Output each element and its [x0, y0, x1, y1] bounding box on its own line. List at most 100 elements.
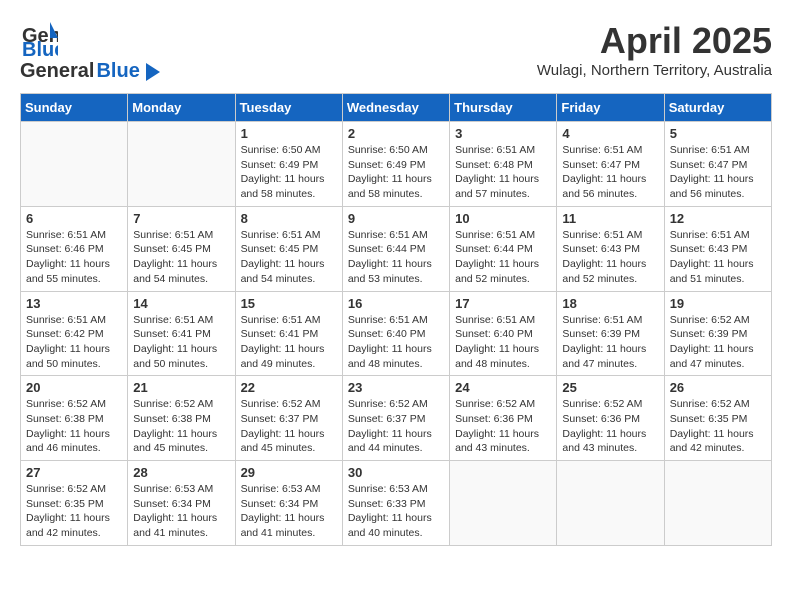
day-detail: Sunrise: 6:51 AMSunset: 6:47 PMDaylight:… — [670, 143, 766, 202]
calendar-cell: 4Sunrise: 6:51 AMSunset: 6:47 PMDaylight… — [557, 122, 664, 207]
day-number: 11 — [562, 211, 658, 226]
weekday-header-saturday: Saturday — [664, 94, 771, 122]
day-detail: Sunrise: 6:52 AMSunset: 6:37 PMDaylight:… — [241, 397, 337, 456]
logo-blue: Blue — [96, 60, 139, 83]
weekday-header-wednesday: Wednesday — [342, 94, 449, 122]
calendar-cell: 29 Sunrise: 6:53 AMSunset: 6:34 PMDayligh… — [235, 461, 342, 546]
calendar-cell: 24Sunrise: 6:52 AMSunset: 6:36 PMDayligh… — [450, 376, 557, 461]
calendar-cell: 9Sunrise: 6:51 AMSunset: 6:44 PMDaylight… — [342, 206, 449, 291]
calendar-cell: 25 Sunrise: 6:52 AMSunset: 6:36 PMDayligh… — [557, 376, 664, 461]
calendar-week-0: 1Sunrise: 6:50 AMSunset: 6:49 PMDaylight… — [21, 122, 772, 207]
day-number: 13 — [26, 296, 122, 311]
calendar-cell: 15 Sunrise: 6:51 AMSunset: 6:41 PMDayligh… — [235, 291, 342, 376]
day-detail: Sunrise: 6:52 AMSunset: 6:39 PMDaylight:… — [670, 313, 766, 372]
day-number: 17 — [455, 296, 551, 311]
calendar-cell: 27 Sunrise: 6:52 AMSunset: 6:35 PMDayligh… — [21, 461, 128, 546]
calendar-cell: 6Sunrise: 6:51 AMSunset: 6:46 PMDaylight… — [21, 206, 128, 291]
day-number: 18 — [562, 296, 658, 311]
day-number: 9 — [348, 211, 444, 226]
calendar-cell: 11 Sunrise: 6:51 AMSunset: 6:43 PMDayligh… — [557, 206, 664, 291]
day-detail: Sunrise: 6:51 AMSunset: 6:45 PMDaylight:… — [241, 228, 337, 287]
day-detail: Sunrise: 6:52 AMSunset: 6:38 PMDaylight:… — [133, 397, 229, 456]
day-number: 25 — [562, 380, 658, 395]
day-detail: Sunrise: 6:53 AMSunset: 6:34 PMDaylight:… — [133, 482, 229, 541]
day-detail: Sunrise: 6:52 AMSunset: 6:35 PMDaylight:… — [26, 482, 122, 541]
day-detail: Sunrise: 6:52 AMSunset: 6:35 PMDaylight:… — [670, 397, 766, 456]
day-detail: Sunrise: 6:51 AMSunset: 6:43 PMDaylight:… — [670, 228, 766, 287]
calendar-week-2: 13 Sunrise: 6:51 AMSunset: 6:42 PMDayligh… — [21, 291, 772, 376]
day-detail: Sunrise: 6:50 AMSunset: 6:49 PMDaylight:… — [348, 143, 444, 202]
calendar-cell: 16 Sunrise: 6:51 AMSunset: 6:40 PMDayligh… — [342, 291, 449, 376]
day-number: 28 — [133, 465, 229, 480]
day-number: 10 — [455, 211, 551, 226]
calendar-table: SundayMondayTuesdayWednesdayThursdayFrid… — [20, 93, 772, 546]
day-detail: Sunrise: 6:52 AMSunset: 6:37 PMDaylight:… — [348, 397, 444, 456]
calendar-cell — [128, 122, 235, 207]
day-detail: Sunrise: 6:51 AMSunset: 6:43 PMDaylight:… — [562, 228, 658, 287]
day-detail: Sunrise: 6:50 AMSunset: 6:49 PMDaylight:… — [241, 143, 337, 202]
calendar-cell: 20 Sunrise: 6:52 AMSunset: 6:38 PMDayligh… — [21, 376, 128, 461]
calendar-cell: 18 Sunrise: 6:51 AMSunset: 6:39 PMDayligh… — [557, 291, 664, 376]
page-header: General Blue General Blue April 2025 Wul… — [20, 20, 772, 83]
day-number: 14 — [133, 296, 229, 311]
month-title: April 2025 — [537, 20, 772, 62]
day-detail: Sunrise: 6:51 AMSunset: 6:45 PMDaylight:… — [133, 228, 229, 287]
day-number: 2 — [348, 126, 444, 141]
day-number: 5 — [670, 126, 766, 141]
calendar-week-3: 20 Sunrise: 6:52 AMSunset: 6:38 PMDayligh… — [21, 376, 772, 461]
logo-arrow-icon — [142, 63, 160, 81]
day-number: 27 — [26, 465, 122, 480]
calendar-cell: 8 Sunrise: 6:51 AMSunset: 6:45 PMDaylight… — [235, 206, 342, 291]
calendar-cell — [664, 461, 771, 546]
day-number: 24 — [455, 380, 551, 395]
calendar-cell: 10 Sunrise: 6:51 AMSunset: 6:44 PMDayligh… — [450, 206, 557, 291]
logo: General Blue General Blue — [20, 20, 160, 83]
day-number: 15 — [241, 296, 337, 311]
calendar-week-4: 27 Sunrise: 6:52 AMSunset: 6:35 PMDayligh… — [21, 461, 772, 546]
calendar-cell: 14 Sunrise: 6:51 AMSunset: 6:41 PMDayligh… — [128, 291, 235, 376]
day-number: 19 — [670, 296, 766, 311]
day-detail: Sunrise: 6:52 AMSunset: 6:38 PMDaylight:… — [26, 397, 122, 456]
day-detail: Sunrise: 6:51 AMSunset: 6:40 PMDaylight:… — [348, 313, 444, 372]
day-number: 29 — [241, 465, 337, 480]
day-number: 7 — [133, 211, 229, 226]
calendar-cell: 30 Sunrise: 6:53 AMSunset: 6:33 PMDayligh… — [342, 461, 449, 546]
day-detail: Sunrise: 6:51 AMSunset: 6:48 PMDaylight:… — [455, 143, 551, 202]
calendar-cell: 13 Sunrise: 6:51 AMSunset: 6:42 PMDayligh… — [21, 291, 128, 376]
day-number: 3 — [455, 126, 551, 141]
calendar-cell: 21Sunrise: 6:52 AMSunset: 6:38 PMDayligh… — [128, 376, 235, 461]
calendar-week-1: 6Sunrise: 6:51 AMSunset: 6:46 PMDaylight… — [21, 206, 772, 291]
day-number: 22 — [241, 380, 337, 395]
day-number: 20 — [26, 380, 122, 395]
logo-general: General — [20, 60, 94, 83]
calendar-cell: 22 Sunrise: 6:52 AMSunset: 6:37 PMDayligh… — [235, 376, 342, 461]
day-detail: Sunrise: 6:53 AMSunset: 6:33 PMDaylight:… — [348, 482, 444, 541]
day-number: 23 — [348, 380, 444, 395]
day-detail: Sunrise: 6:51 AMSunset: 6:41 PMDaylight:… — [133, 313, 229, 372]
weekday-header-monday: Monday — [128, 94, 235, 122]
day-detail: Sunrise: 6:52 AMSunset: 6:36 PMDaylight:… — [562, 397, 658, 456]
day-detail: Sunrise: 6:51 AMSunset: 6:46 PMDaylight:… — [26, 228, 122, 287]
title-block: April 2025 Wulagi, Northern Territory, A… — [537, 20, 772, 79]
calendar-cell — [557, 461, 664, 546]
calendar-cell: 12Sunrise: 6:51 AMSunset: 6:43 PMDayligh… — [664, 206, 771, 291]
calendar-cell: 7 Sunrise: 6:51 AMSunset: 6:45 PMDaylight… — [128, 206, 235, 291]
day-number: 30 — [348, 465, 444, 480]
calendar-cell: 5 Sunrise: 6:51 AMSunset: 6:47 PMDaylight… — [664, 122, 771, 207]
weekday-header-friday: Friday — [557, 94, 664, 122]
day-detail: Sunrise: 6:51 AMSunset: 6:44 PMDaylight:… — [455, 228, 551, 287]
calendar-cell: 23 Sunrise: 6:52 AMSunset: 6:37 PMDayligh… — [342, 376, 449, 461]
weekday-header-tuesday: Tuesday — [235, 94, 342, 122]
calendar-body: 1Sunrise: 6:50 AMSunset: 6:49 PMDaylight… — [21, 122, 772, 546]
calendar-cell: 19 Sunrise: 6:52 AMSunset: 6:39 PMDayligh… — [664, 291, 771, 376]
day-detail: Sunrise: 6:51 AMSunset: 6:41 PMDaylight:… — [241, 313, 337, 372]
day-detail: Sunrise: 6:51 AMSunset: 6:39 PMDaylight:… — [562, 313, 658, 372]
day-number: 8 — [241, 211, 337, 226]
day-detail: Sunrise: 6:51 AMSunset: 6:42 PMDaylight:… — [26, 313, 122, 372]
weekday-header-sunday: Sunday — [21, 94, 128, 122]
calendar-cell: 1Sunrise: 6:50 AMSunset: 6:49 PMDaylight… — [235, 122, 342, 207]
day-number: 16 — [348, 296, 444, 311]
location-title: Wulagi, Northern Territory, Australia — [537, 62, 772, 79]
weekday-header-thursday: Thursday — [450, 94, 557, 122]
day-detail: Sunrise: 6:53 AMSunset: 6:34 PMDaylight:… — [241, 482, 337, 541]
